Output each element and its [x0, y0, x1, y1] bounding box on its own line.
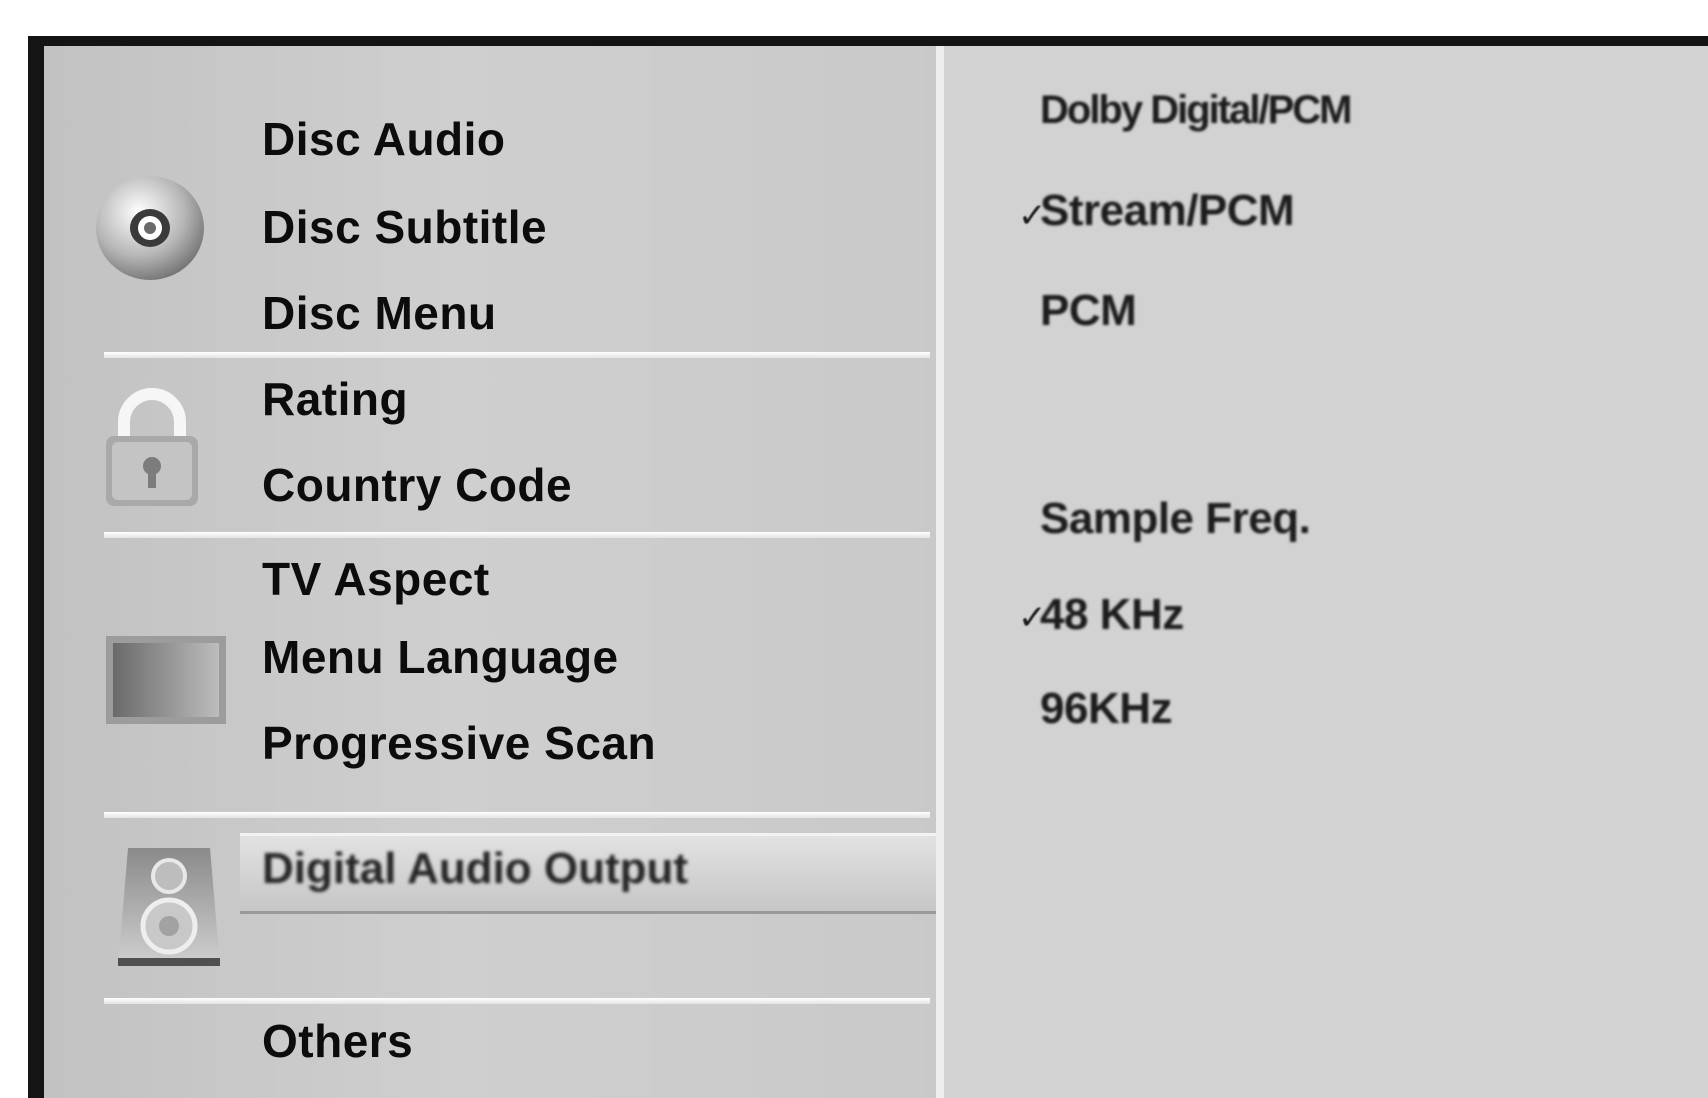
- option-dolby-digital-pcm[interactable]: Dolby Digital/PCM: [1040, 88, 1352, 133]
- sample-freq-heading: Sample Freq.: [1040, 494, 1311, 543]
- group-divider: [104, 532, 930, 538]
- setup-menu-screen: Disc Audio Disc Subtitle Disc Menu Ratin…: [28, 36, 1708, 1098]
- menu-category-panel: Disc Audio Disc Subtitle Disc Menu Ratin…: [44, 46, 980, 1098]
- menu-item-menu-language[interactable]: Menu Language: [262, 630, 619, 684]
- menu-item-rating[interactable]: Rating: [262, 372, 408, 426]
- selected-menu-item-digital-audio-output[interactable]: Digital Audio Output: [240, 833, 980, 914]
- group-divider: [104, 352, 930, 358]
- group-divider: [104, 812, 930, 818]
- menu-item-progressive-scan[interactable]: Progressive Scan: [262, 716, 656, 770]
- menu-item-tv-aspect[interactable]: TV Aspect: [262, 552, 490, 606]
- menu-item-digital-audio-output-label: Digital Audio Output: [262, 844, 689, 893]
- tv-icon: [106, 636, 226, 729]
- option-48-khz[interactable]: 48 KHz: [1040, 590, 1184, 640]
- option-96-khz[interactable]: 96KHz: [1040, 684, 1173, 734]
- group-divider: [104, 998, 930, 1004]
- speaker-icon: [116, 848, 222, 971]
- lock-icon: [102, 388, 202, 513]
- menu-item-others[interactable]: Others: [262, 1014, 413, 1068]
- menu-item-disc-subtitle[interactable]: Disc Subtitle: [262, 200, 547, 254]
- option-pcm[interactable]: PCM: [1040, 286, 1137, 336]
- option-stream-pcm[interactable]: Stream/PCM: [1040, 186, 1295, 236]
- menu-item-country-code[interactable]: Country Code: [262, 458, 572, 512]
- disc-icon: [94, 172, 206, 289]
- menu-item-disc-audio[interactable]: Disc Audio: [262, 112, 506, 166]
- menu-item-disc-menu[interactable]: Disc Menu: [262, 286, 497, 340]
